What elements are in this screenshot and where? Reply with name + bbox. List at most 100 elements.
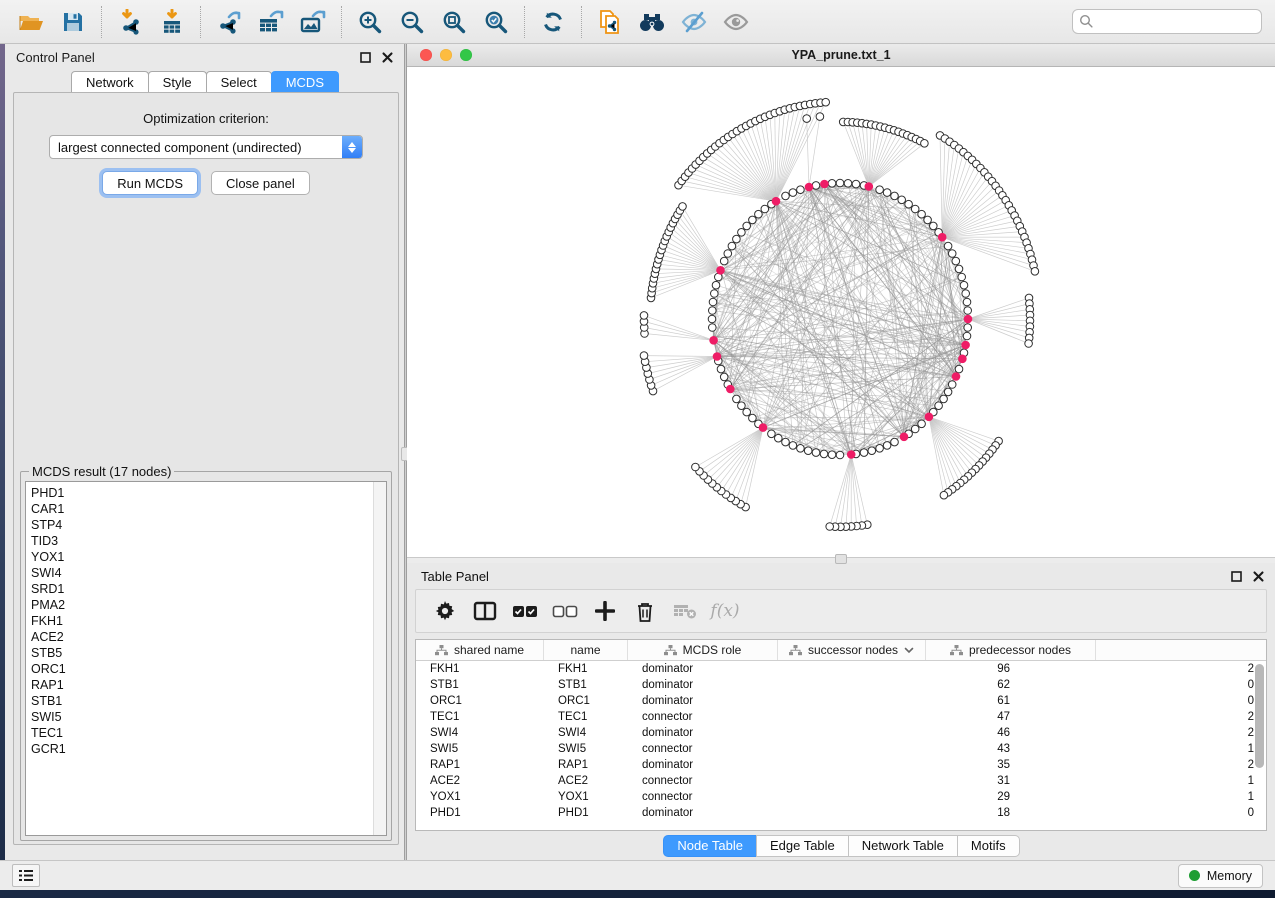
export-network-button[interactable] (208, 4, 250, 40)
network-node[interactable] (728, 242, 736, 250)
network-node[interactable] (940, 395, 948, 403)
network-node[interactable] (918, 420, 926, 428)
network-node[interactable] (724, 250, 732, 258)
zoom-in-button[interactable] (349, 4, 391, 40)
network-hub-node[interactable] (952, 372, 961, 381)
column-header-MCDS-role[interactable]: MCDS role (628, 640, 778, 660)
network-hub-node[interactable] (865, 182, 874, 191)
network-node[interactable] (921, 140, 929, 148)
search-binoculars-button[interactable] (631, 4, 673, 40)
network-node[interactable] (820, 450, 828, 458)
network-node[interactable] (717, 365, 725, 373)
float-panel-button[interactable] (358, 50, 372, 64)
tab-motifs[interactable]: Motifs (957, 835, 1020, 857)
network-node[interactable] (955, 265, 963, 273)
mcds-result-item[interactable]: TEC1 (31, 725, 373, 741)
tab-edge-table[interactable]: Edge Table (756, 835, 849, 857)
network-hub-node[interactable] (805, 183, 814, 192)
network-node[interactable] (733, 235, 741, 243)
network-graph[interactable] (407, 67, 1275, 557)
network-hub-node[interactable] (958, 355, 967, 364)
network-node[interactable] (868, 447, 876, 455)
network-node[interactable] (749, 216, 757, 224)
network-node[interactable] (822, 98, 830, 106)
network-hub-node[interactable] (961, 341, 970, 350)
save-session-button[interactable] (52, 4, 94, 40)
network-node[interactable] (891, 438, 899, 446)
network-node[interactable] (860, 449, 868, 457)
network-node[interactable] (782, 192, 790, 200)
network-node[interactable] (679, 203, 687, 211)
network-node[interactable] (708, 315, 716, 323)
tab-select[interactable]: Select (206, 71, 272, 92)
network-node[interactable] (955, 365, 963, 373)
network-node[interactable] (948, 250, 956, 258)
delete-columns-button[interactable] (626, 594, 664, 628)
network-node[interactable] (898, 196, 906, 204)
minimize-window-button[interactable] (440, 49, 452, 61)
select-all-columns-button[interactable] (506, 594, 544, 628)
network-node[interactable] (1031, 268, 1039, 276)
network-node[interactable] (963, 332, 971, 340)
close-table-panel-button[interactable] (1251, 569, 1265, 583)
refresh-button[interactable] (532, 4, 574, 40)
column-header-successor-nodes[interactable]: successor nodes (778, 640, 926, 660)
network-node[interactable] (720, 373, 728, 381)
toggle-graphics-details-button[interactable] (673, 4, 715, 40)
network-node[interactable] (960, 281, 968, 289)
network-node[interactable] (836, 451, 844, 459)
network-node[interactable] (755, 210, 763, 218)
network-window-titlebar[interactable]: YPA_prune.txt_1 (407, 44, 1275, 67)
mcds-result-item[interactable]: STB1 (31, 693, 373, 709)
network-node[interactable] (709, 298, 717, 306)
network-hub-node[interactable] (716, 266, 725, 275)
show-hide-eye-button[interactable] (715, 4, 757, 40)
run-mcds-button[interactable]: Run MCDS (102, 171, 198, 195)
network-node[interactable] (692, 463, 700, 471)
network-node[interactable] (640, 352, 648, 360)
network-node[interactable] (958, 273, 966, 281)
mcds-result-item[interactable]: ORC1 (31, 661, 373, 677)
network-canvas[interactable] (407, 67, 1275, 557)
network-hub-node[interactable] (847, 450, 856, 459)
mcds-result-item[interactable]: TID3 (31, 533, 373, 549)
network-node[interactable] (963, 298, 971, 306)
table-row[interactable]: ORC1ORC1dominator610 (416, 693, 1266, 709)
zoom-out-button[interactable] (391, 4, 433, 40)
network-node[interactable] (891, 192, 899, 200)
network-node[interactable] (948, 381, 956, 389)
table-row[interactable]: ACE2ACE2connector311 (416, 773, 1266, 789)
network-node[interactable] (918, 210, 926, 218)
network-hub-node[interactable] (772, 197, 781, 206)
network-hub-node[interactable] (713, 352, 722, 361)
network-node[interactable] (812, 449, 820, 457)
network-node[interactable] (924, 216, 932, 224)
network-hub-node[interactable] (964, 315, 973, 324)
unselect-all-columns-button[interactable] (546, 594, 584, 628)
float-table-panel-button[interactable] (1229, 569, 1243, 583)
tab-style[interactable]: Style (148, 71, 207, 92)
network-node[interactable] (852, 180, 860, 188)
column-header-predecessor-nodes[interactable]: predecessor nodes (926, 640, 1096, 660)
network-node[interactable] (952, 257, 960, 265)
network-node[interactable] (935, 402, 943, 410)
tab-network-table[interactable]: Network Table (848, 835, 958, 857)
network-node[interactable] (743, 408, 751, 416)
tab-network[interactable]: Network (71, 71, 149, 92)
network-node[interactable] (738, 229, 746, 237)
network-node[interactable] (775, 434, 783, 442)
network-node[interactable] (828, 451, 836, 459)
network-node[interactable] (883, 442, 891, 450)
splitter-grip[interactable] (835, 554, 847, 564)
network-hub-node[interactable] (709, 336, 718, 345)
open-session-button[interactable] (10, 4, 52, 40)
network-node[interactable] (709, 307, 717, 315)
network-node[interactable] (812, 182, 820, 190)
maximize-window-button[interactable] (460, 49, 472, 61)
network-hub-node[interactable] (925, 413, 934, 422)
network-node[interactable] (876, 186, 884, 194)
network-node[interactable] (1025, 340, 1033, 348)
mcds-result-item[interactable]: SRD1 (31, 581, 373, 597)
close-window-button[interactable] (420, 49, 432, 61)
optimization-criterion-select[interactable]: largest connected component (undirected) (49, 135, 363, 159)
